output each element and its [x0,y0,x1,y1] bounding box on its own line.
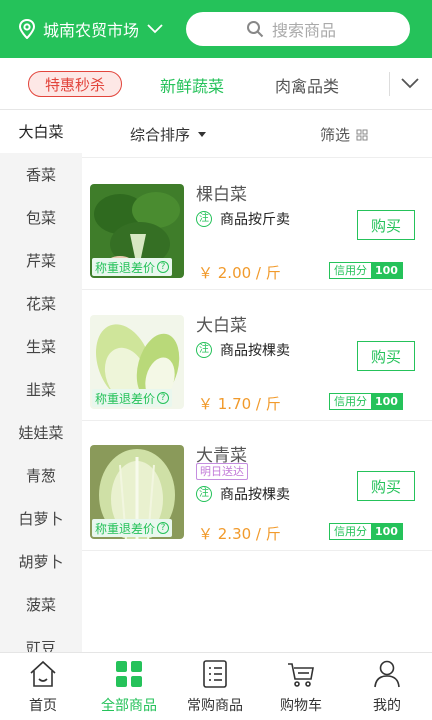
sale-unit-note: 注 商品按棵卖 [196,484,290,504]
filter-label: 筛选 [320,126,351,144]
search-input[interactable]: 搜索商品 [186,12,410,46]
sale-unit-text: 商品按斤卖 [220,212,290,228]
nav-all-products[interactable]: 全部商品 [86,659,172,715]
credit-value: 100 [371,524,402,539]
buy-button[interactable]: 购买 [357,210,415,240]
refund-badge[interactable]: 称重退差价 ? [92,389,173,407]
product-name: 棵白菜 [196,185,247,205]
location-selector[interactable]: 城南农贸市场 [18,17,163,41]
top-header: 城南农贸市场 搜索商品 [0,0,432,58]
question-icon: ? [157,522,170,534]
credit-value: 100 [371,263,402,278]
product-price: ￥ 2.30 / 斤 [198,525,281,543]
question-icon: ? [157,261,170,273]
sort-button[interactable]: 综合排序 [130,124,207,145]
sidebar-item-bocai[interactable]: 菠菜 [0,583,82,626]
credit-badge: 信用分 100 [329,393,403,410]
nav-home-label: 首页 [29,698,57,714]
credit-badge: 信用分 100 [329,523,403,540]
sidebar-item-shengcai[interactable]: 生菜 [0,325,82,368]
sidebar-item-xiangcai[interactable]: 香菜 [0,153,82,196]
sale-unit-note: 注 商品按棵卖 [196,340,290,360]
all-products-icon [116,661,142,687]
note-icon: 注 [196,486,212,502]
sidebar-item-jiucai[interactable]: 韭菜 [0,368,82,411]
nav-cart-label: 购物车 [280,698,322,714]
credit-label: 信用分 [330,394,371,409]
sidebar-item-dabaicai[interactable]: 大白菜 [0,110,82,153]
tab-flash-sale[interactable]: 特惠秒杀 [28,71,122,97]
refund-label: 称重退差价 [95,260,156,275]
nav-profile[interactable]: 我的 [344,659,430,715]
sale-unit-note: 注 商品按斤卖 [196,209,290,229]
credit-label: 信用分 [330,524,371,539]
refund-badge[interactable]: 称重退差价 ? [92,519,173,537]
sidebar-item-qingcong[interactable]: 青葱 [0,454,82,497]
location-label: 城南农贸市场 [43,21,140,40]
credit-badge: 信用分 100 [329,262,403,279]
search-icon [247,21,264,38]
note-icon: 注 [196,211,212,227]
sidebar-item-qincai[interactable]: 芹菜 [0,239,82,282]
chevron-down-icon [147,24,163,34]
chevron-down-icon[interactable] [400,76,420,90]
tab-fresh-vegetables[interactable]: 新鲜蔬菜 [160,73,224,97]
category-tabs: 特惠秒杀 新鲜蔬菜 肉禽品类 [0,58,432,110]
tab-meat-poultry[interactable]: 肉禽品类 [275,73,339,97]
product-card[interactable]: 称重退差价 ? 大白菜 注 商品按棵卖 购买 ￥ 1.70 / 斤 信用分 10… [82,291,432,421]
question-icon: ? [157,392,170,404]
nav-profile-label: 我的 [373,698,401,714]
cart-icon [288,663,314,687]
sort-label: 综合排序 [130,126,191,144]
refund-label: 称重退差价 [95,521,156,536]
sidebar-item-bailuobo[interactable]: 白萝卜 [0,497,82,540]
bottom-nav: 首页 全部商品 常购商品 购物车 我的 [0,652,432,720]
home-icon [30,660,56,687]
delivery-tag: 明日送达 [196,463,248,480]
buy-button[interactable]: 购买 [357,471,415,501]
search-placeholder: 搜索商品 [272,21,337,40]
category-sidebar: 大白菜 香菜 包菜 芹菜 花菜 生菜 韭菜 娃娃菜 青葱 白萝卜 胡萝卜 菠菜 … [0,110,82,652]
caret-down-icon [198,132,207,137]
product-card[interactable]: 称重退差价 ? 大青菜 明日送达 注 商品按棵卖 购买 ￥ 2.30 / 斤 信… [82,421,432,551]
tab-divider [389,72,390,96]
filter-grid-icon [356,129,368,140]
nav-frequent[interactable]: 常购商品 [172,659,258,715]
sidebar-item-huluobo[interactable]: 胡萝卜 [0,540,82,583]
product-price: ￥ 2.00 / 斤 [198,264,281,282]
credit-label: 信用分 [330,263,371,278]
sale-unit-text: 商品按棵卖 [220,487,290,503]
credit-value: 100 [371,394,402,409]
filter-button[interactable]: 筛选 [320,124,368,145]
sale-unit-text: 商品按棵卖 [220,343,290,359]
sidebar-item-huacai[interactable]: 花菜 [0,282,82,325]
product-price: ￥ 1.70 / 斤 [198,395,281,413]
nav-home[interactable]: 首页 [0,659,86,715]
refund-badge[interactable]: 称重退差价 ? [92,258,173,276]
frequent-list-icon [203,660,227,688]
buy-button[interactable]: 购买 [357,341,415,371]
nav-frequent-label: 常购商品 [187,698,243,714]
sidebar-item-jiangdou[interactable]: 豇豆 [0,626,82,652]
nav-cart[interactable]: 购物车 [258,659,344,715]
location-pin-icon [18,19,36,39]
sidebar-item-wawacai[interactable]: 娃娃菜 [0,411,82,454]
note-icon: 注 [196,342,212,358]
sidebar-item-baocai[interactable]: 包菜 [0,196,82,239]
product-card[interactable]: 称重退差价 ? 棵白菜 注 商品按斤卖 购买 ￥ 2.00 / 斤 信用分 10… [82,160,432,290]
product-name: 大白菜 [196,316,247,336]
profile-icon [374,660,400,688]
refund-label: 称重退差价 [95,391,156,406]
nav-all-products-label: 全部商品 [101,698,157,714]
sort-bar: 综合排序 筛选 [82,110,432,158]
